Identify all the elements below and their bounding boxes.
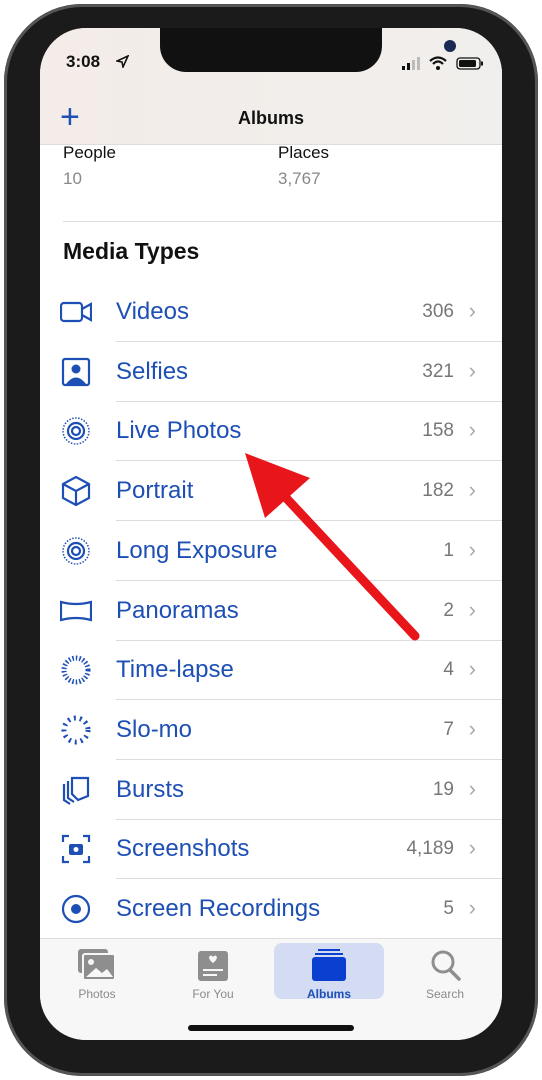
photos-icon	[78, 949, 116, 981]
albums-icon	[312, 949, 346, 981]
annotation-arrow	[245, 453, 420, 641]
tab-label: For You	[192, 987, 234, 1001]
tab-for-you[interactable]: For You	[158, 943, 268, 1001]
tab-albums[interactable]: Albums	[274, 943, 384, 1001]
tab-bar: Photos For You Albums Search	[40, 938, 502, 1040]
tab-photos[interactable]: Photos	[42, 943, 152, 1001]
tab-search[interactable]: Search	[390, 943, 500, 1001]
tab-label: Photos	[78, 987, 116, 1001]
home-indicator[interactable]	[188, 1025, 354, 1031]
for-you-icon	[198, 951, 228, 981]
search-icon	[431, 950, 461, 981]
tab-label: Albums	[306, 987, 351, 1001]
screen: 3:08 + Albums People 10 Places 3,767 Med…	[40, 28, 502, 1040]
tab-label: Search	[425, 987, 465, 1001]
